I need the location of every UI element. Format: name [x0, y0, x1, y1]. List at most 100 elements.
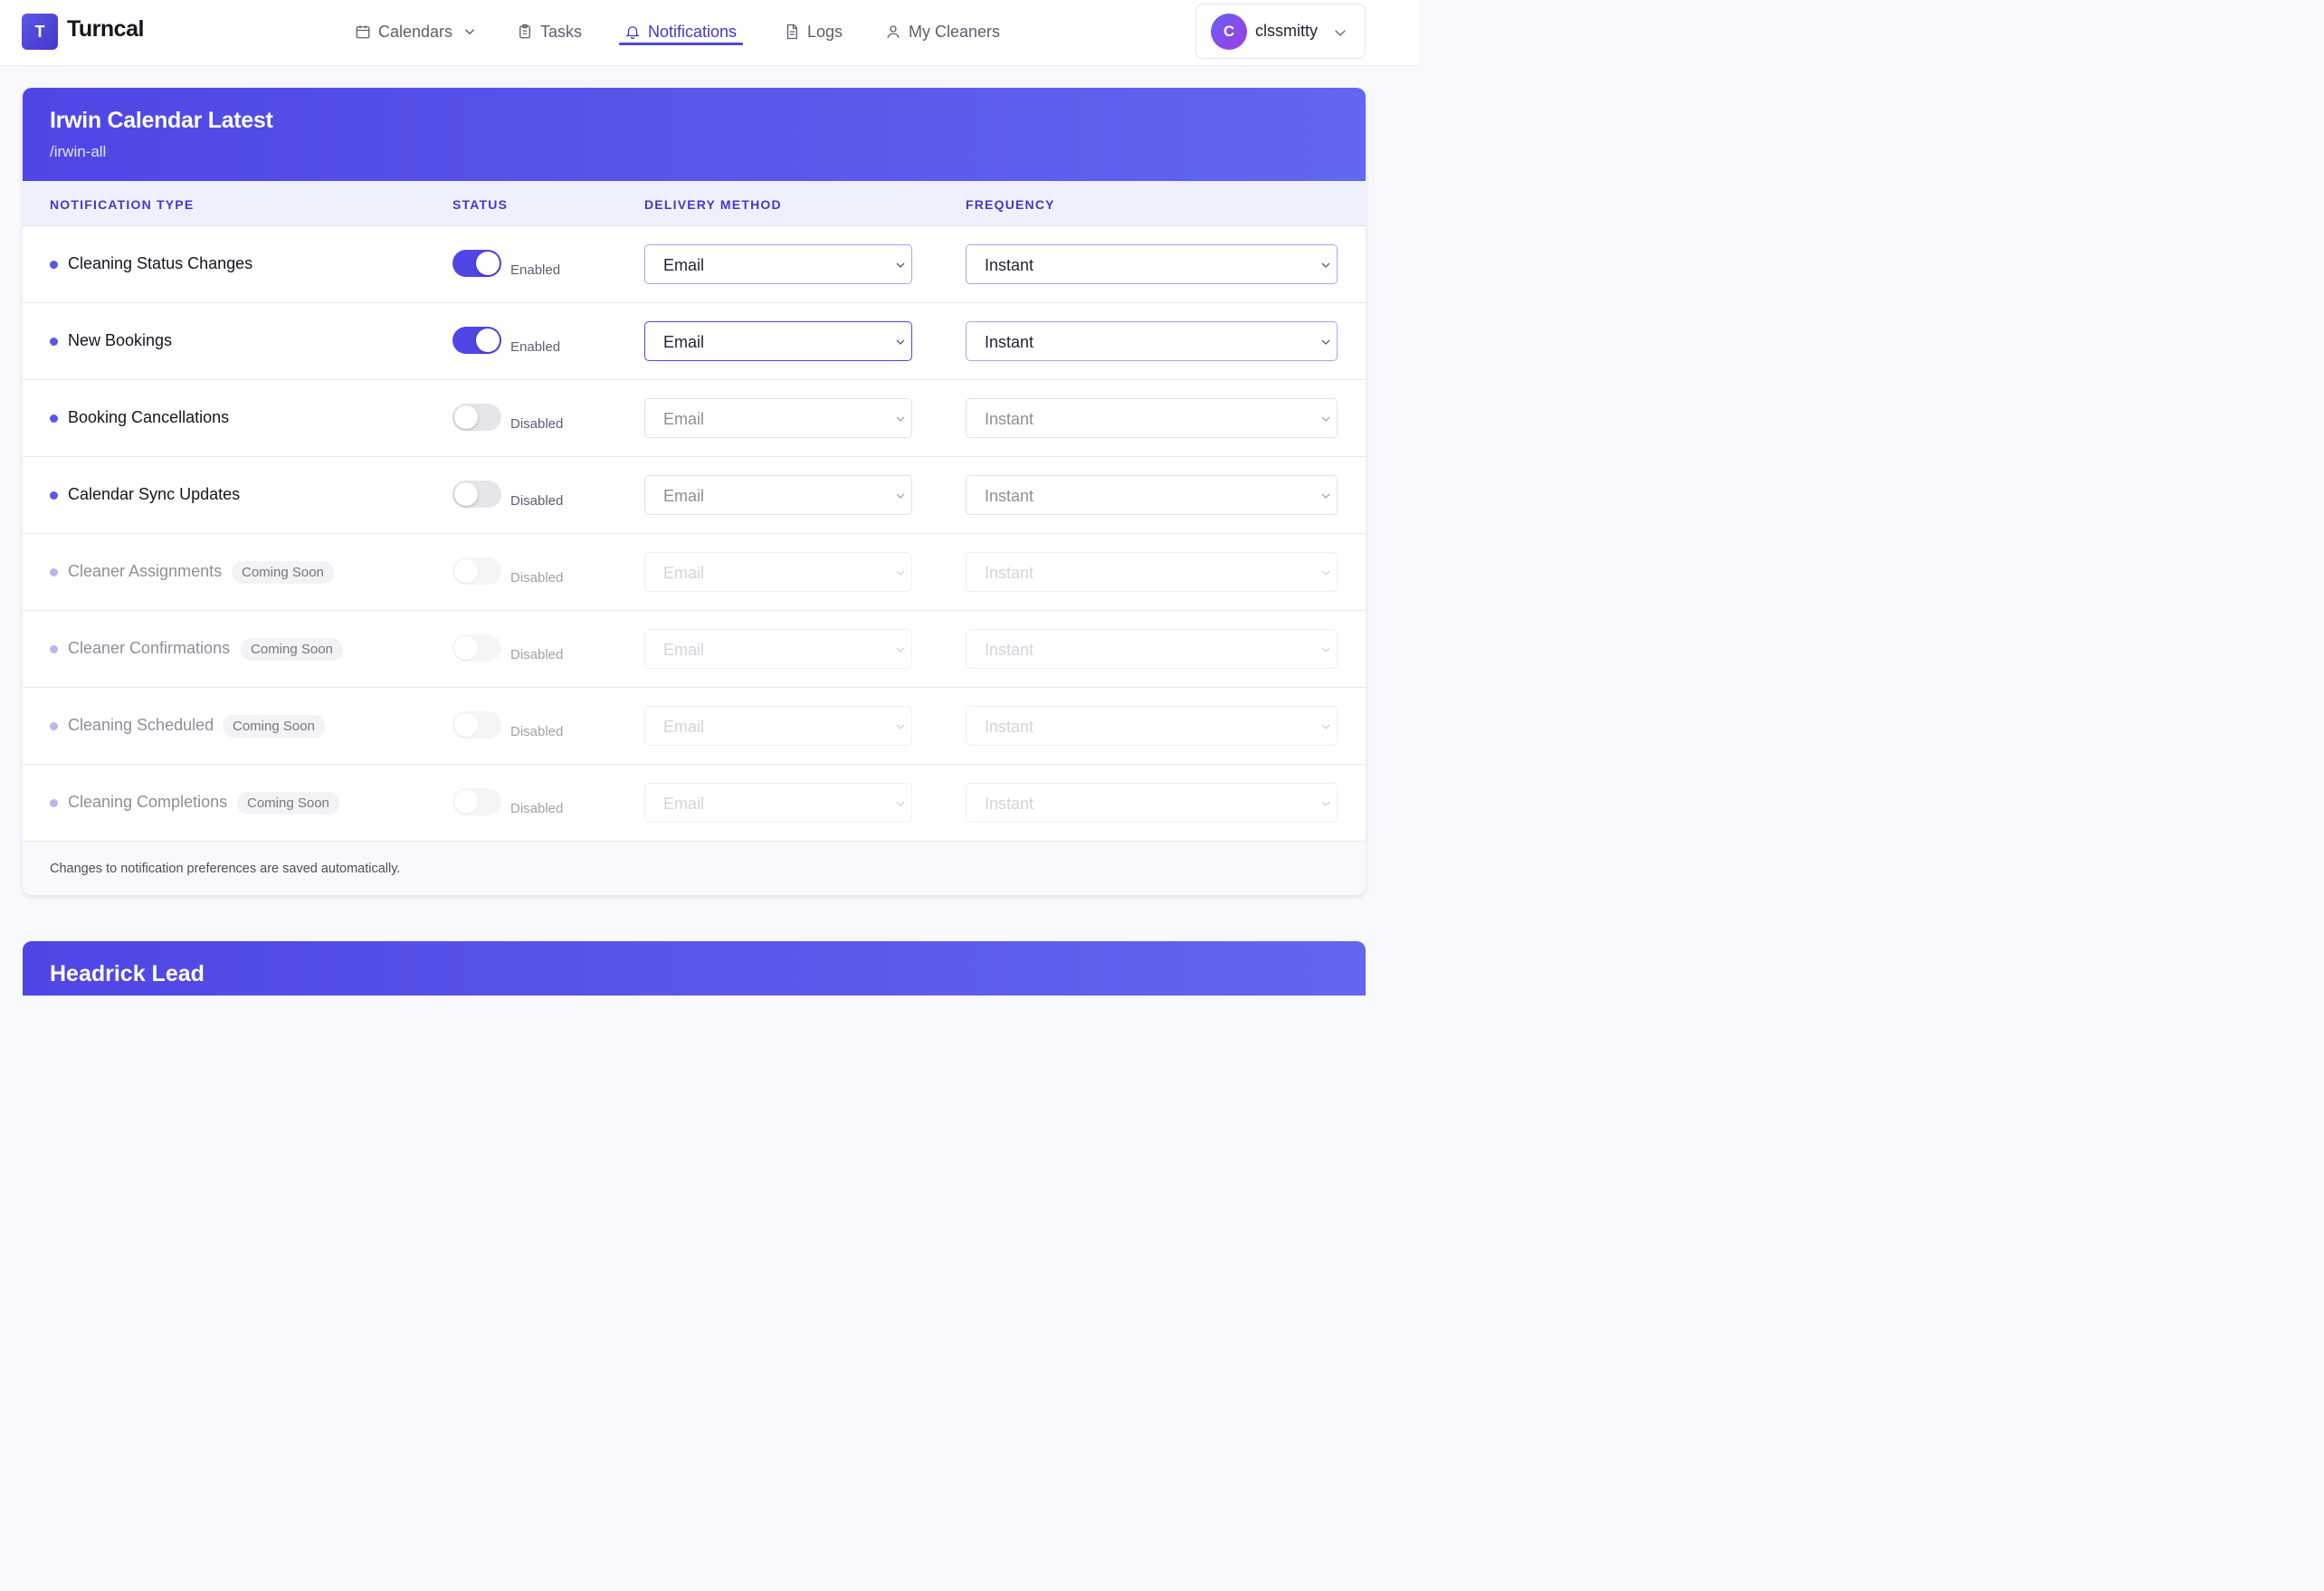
frequency-value: Instant — [985, 718, 1034, 736]
chevron-down-icon — [896, 416, 905, 422]
chevron-down-icon — [896, 647, 905, 653]
nav-logs[interactable]: Logs — [784, 18, 843, 45]
calendar-title: Irwin Calendar Latest — [50, 108, 273, 133]
delivery-method-select: Email — [644, 398, 912, 438]
status-text: Disabled — [510, 801, 564, 816]
toggle-knob — [454, 482, 478, 506]
table-row: Cleaner Assignments Coming Soon Disabled… — [23, 534, 1366, 611]
bullet-dot — [50, 799, 58, 807]
delivery-method-value: Email — [663, 564, 705, 582]
delivery-method-select: Email — [644, 629, 912, 669]
frequency-value: Instant — [985, 410, 1034, 428]
nav-notifications[interactable]: Notifications — [624, 18, 737, 45]
nav-my-cleaners[interactable]: My Cleaners — [885, 18, 1000, 45]
toggle-knob — [454, 636, 478, 660]
calendar-title: Headrick Lead — [50, 961, 205, 986]
frequency-select: Instant — [966, 629, 1338, 669]
column-header-type: NOTIFICATION TYPE — [50, 197, 195, 212]
chevron-down-icon — [1321, 647, 1330, 653]
calendar-icon — [356, 25, 370, 39]
toggle-knob — [454, 790, 478, 814]
active-nav-indicator — [619, 43, 743, 45]
notification-type-label: Calendar Sync Updates — [68, 485, 241, 503]
chevron-down-icon — [896, 339, 905, 345]
bullet-dot — [50, 491, 58, 500]
delivery-method-select[interactable]: Email — [644, 321, 912, 361]
notification-type-label: Booking Cancellations — [68, 408, 230, 426]
chevron-down-icon — [465, 29, 475, 35]
frequency-value: Instant — [985, 333, 1034, 351]
chevron-down-icon — [896, 493, 905, 499]
notification-type-label: Cleaner Assignments — [68, 562, 223, 580]
status-toggle — [452, 788, 501, 815]
bullet-dot — [50, 414, 58, 423]
table-header: NOTIFICATION TYPE STATUS DELIVERY METHOD… — [23, 181, 1366, 226]
frequency-select: Instant — [966, 706, 1338, 746]
frequency-select: Instant — [966, 552, 1338, 592]
avatar: C — [1211, 14, 1247, 50]
status-toggle[interactable] — [452, 404, 501, 431]
column-header-delivery: DELIVERY METHOD — [644, 197, 782, 212]
status-toggle — [452, 557, 501, 585]
delivery-method-value: Email — [663, 256, 705, 274]
bell-icon — [625, 26, 640, 40]
status-toggle[interactable] — [452, 481, 501, 508]
frequency-select[interactable]: Instant — [966, 244, 1338, 284]
table-row: New Bookings Enabled Email Instant — [23, 303, 1366, 380]
column-header-frequency: FREQUENCY — [966, 197, 1055, 212]
document-icon — [786, 24, 797, 40]
delivery-method-value: Email — [663, 487, 705, 505]
notification-type-label: New Bookings — [68, 331, 173, 349]
card-footer: Changes to notification preferences are … — [23, 842, 1366, 895]
delivery-method-value: Email — [663, 795, 705, 813]
delivery-method-select[interactable]: Email — [644, 244, 912, 284]
frequency-select[interactable]: Instant — [966, 321, 1338, 361]
user-menu-button[interactable]: C clssmitty — [1195, 4, 1366, 59]
toggle-knob — [476, 329, 500, 352]
username: clssmitty — [1255, 22, 1318, 40]
frequency-value: Instant — [985, 256, 1034, 274]
chevron-down-icon — [1321, 416, 1330, 422]
logo-letter: T — [34, 22, 45, 41]
chevron-down-icon — [1335, 30, 1346, 37]
status-text: Enabled — [510, 339, 561, 355]
nav-calendars[interactable]: Calendars — [355, 18, 478, 45]
status-toggle[interactable] — [452, 327, 501, 354]
toggle-knob — [454, 713, 478, 737]
calendar-notification-card: Irwin Calendar Latest /irwin-all NOTIFIC… — [23, 88, 1366, 895]
table-row: Cleaning Completions Coming Soon Disable… — [23, 765, 1366, 842]
frequency-select: Instant — [966, 783, 1338, 823]
app-logo[interactable]: T — [22, 14, 58, 50]
chevron-down-icon — [896, 724, 905, 729]
clipboard-icon — [519, 24, 530, 39]
nav-tasks[interactable]: Tasks — [517, 18, 582, 45]
coming-soon-badge: Coming Soon — [241, 638, 343, 661]
toggle-knob — [454, 559, 478, 583]
frequency-select: Instant — [966, 475, 1338, 515]
notification-type-label: Cleaning Status Changes — [68, 254, 253, 272]
chevron-down-icon — [896, 262, 905, 268]
table-row: Cleaning Scheduled Coming Soon Disabled … — [23, 688, 1366, 765]
toggle-knob — [476, 252, 500, 275]
chevron-down-icon — [896, 570, 905, 576]
chevron-down-icon — [1321, 493, 1330, 499]
calendar-slug: /irwin-all — [50, 143, 107, 160]
status-text: Disabled — [510, 647, 564, 662]
frequency-value: Instant — [985, 564, 1034, 582]
status-text: Disabled — [510, 724, 564, 739]
status-toggle — [452, 711, 501, 738]
coming-soon-badge: Coming Soon — [223, 715, 325, 738]
column-header-status: STATUS — [452, 197, 509, 212]
delivery-method-value: Email — [663, 333, 705, 351]
status-toggle[interactable] — [452, 250, 501, 277]
top-navbar: T Turncal Calendars Tasks Notifications … — [0, 0, 1419, 66]
toggle-knob — [454, 405, 478, 429]
table-row: Booking Cancellations Disabled Email Ins… — [23, 380, 1366, 457]
app-name[interactable]: Turncal — [67, 16, 144, 43]
chevron-down-icon — [1321, 801, 1330, 806]
chevron-down-icon — [1321, 724, 1330, 729]
bullet-dot — [50, 645, 58, 653]
frequency-value: Instant — [985, 487, 1034, 505]
bullet-dot — [50, 722, 58, 730]
frequency-select: Instant — [966, 398, 1338, 438]
